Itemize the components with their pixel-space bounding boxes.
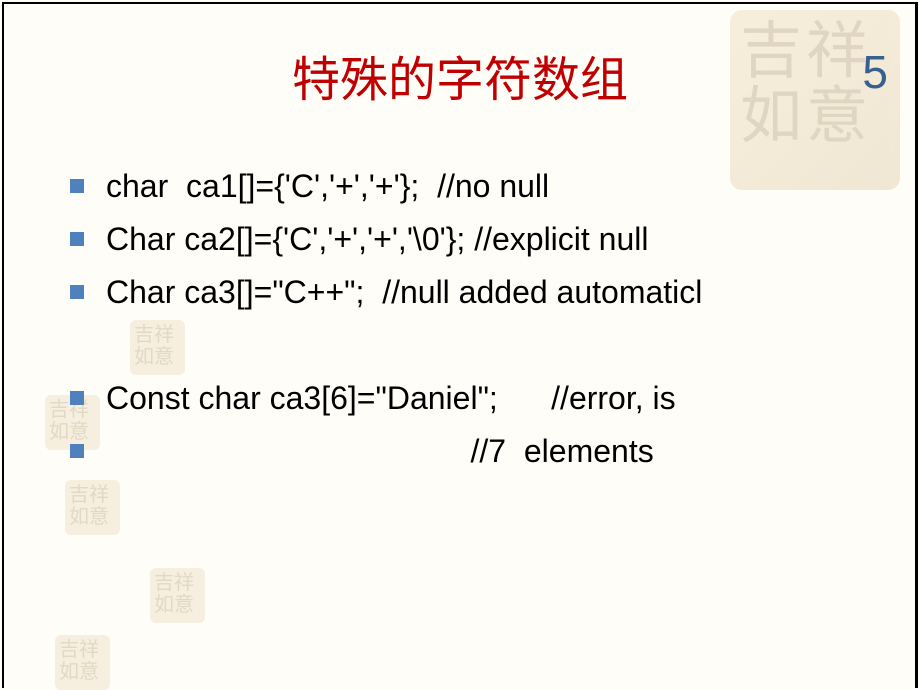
bullet-text: Const char ca3[6]="Daniel"; //error, is: [106, 377, 676, 420]
bullet-icon: [70, 391, 84, 405]
page-number: 5: [862, 45, 888, 99]
watermark-seal-small: [55, 635, 110, 690]
bullet-text: Char ca3[]="C++"; //null added automatic…: [106, 271, 702, 314]
list-item: Const char ca3[6]="Daniel"; //error, is: [70, 377, 890, 420]
bullet-text: //7 elements: [106, 430, 654, 473]
watermark-seal-small: [150, 568, 205, 623]
watermark-seal-small: [65, 480, 120, 535]
slide-title: 特殊的字符数组: [0, 40, 920, 110]
list-item: Char ca3[]="C++"; //null added automatic…: [70, 271, 890, 314]
bullet-icon: [70, 444, 84, 458]
bullet-text: char ca1[]={'C','+','+'}; //no null: [106, 165, 549, 208]
bullet-icon: [70, 232, 84, 246]
spacer: [70, 325, 890, 377]
bullet-icon: [70, 285, 84, 299]
bullet-list: char ca1[]={'C','+','+'}; //no null Char…: [70, 165, 890, 483]
slide-border-top: [2, 2, 918, 4]
list-item: //7 elements: [70, 430, 890, 473]
bullet-icon: [70, 179, 84, 193]
list-item: Char ca2[]={'C','+','+','\0'}; //explici…: [70, 218, 890, 261]
bullet-text: Char ca2[]={'C','+','+','\0'}; //explici…: [106, 218, 648, 261]
list-item: char ca1[]={'C','+','+'}; //no null: [70, 165, 890, 208]
